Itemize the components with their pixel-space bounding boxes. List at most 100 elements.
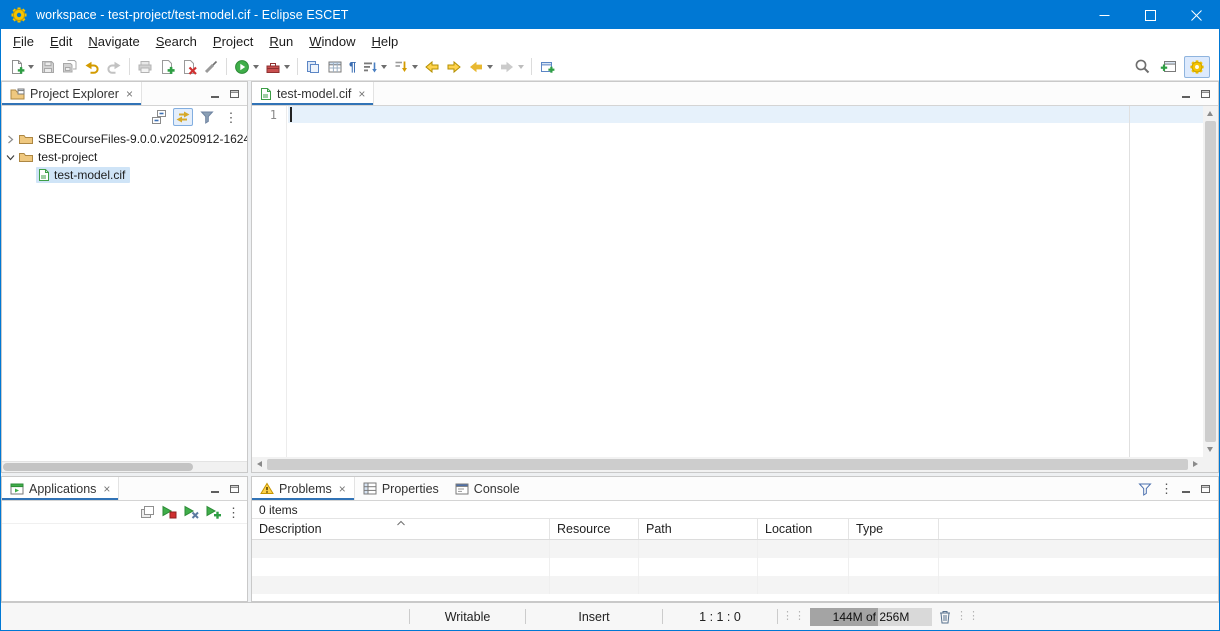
menu-window[interactable]: Window <box>301 31 363 52</box>
scrollbar-thumb[interactable] <box>1205 121 1216 442</box>
annotation-dropdown-icon[interactable] <box>412 65 418 69</box>
minimize-view-icon[interactable] <box>210 89 221 99</box>
column-header-path[interactable]: Path <box>639 519 758 539</box>
chevron-right-icon[interactable] <box>2 135 18 144</box>
scrollbar-thumb[interactable] <box>3 463 193 471</box>
next-annotation-button[interactable] <box>390 56 421 78</box>
group-applications-icon[interactable] <box>140 505 155 519</box>
back-history-button[interactable] <box>465 56 496 78</box>
close-window-button[interactable] <box>1173 1 1219 29</box>
new-wizard-button[interactable] <box>6 56 37 78</box>
tab-properties[interactable]: Properties <box>355 477 447 500</box>
scroll-left-arrow-icon[interactable] <box>257 461 262 467</box>
auto-remove-toggle-button[interactable] <box>205 505 221 519</box>
cif-file-icon <box>260 87 272 101</box>
previous-edit-button[interactable] <box>421 56 443 78</box>
undo-icon[interactable] <box>81 56 103 78</box>
external-tools-dropdown-icon[interactable] <box>284 65 290 69</box>
close-tab-icon[interactable]: × <box>358 88 365 100</box>
chevron-down-icon[interactable] <box>2 153 18 162</box>
sort-button[interactable] <box>359 56 390 78</box>
editor-vertical-scrollbar[interactable] <box>1203 106 1218 457</box>
run-button[interactable] <box>231 56 262 78</box>
forward-history-button[interactable] <box>496 56 527 78</box>
tree-item-sbecoursefiles[interactable]: SBECourseFiles-9.0.0.v20250912-16241 <box>2 130 247 148</box>
next-edit-button[interactable] <box>443 56 465 78</box>
new-wizard-dropdown-icon[interactable] <box>28 65 34 69</box>
open-perspective-button[interactable] <box>1157 56 1181 78</box>
menu-help[interactable]: Help <box>363 31 406 52</box>
save-button[interactable] <box>37 56 59 78</box>
column-label: Description <box>259 522 322 536</box>
minimize-window-button[interactable] <box>1081 1 1127 29</box>
column-header-resource[interactable]: Resource <box>550 519 639 539</box>
table-row <box>252 540 1218 558</box>
scroll-down-arrow-icon[interactable] <box>1207 447 1213 452</box>
menu-search[interactable]: Search <box>148 31 205 52</box>
column-header-description[interactable]: Description <box>252 519 550 539</box>
filter-icon[interactable] <box>197 108 217 126</box>
scrollbar-thumb[interactable] <box>267 459 1188 470</box>
external-tools-button[interactable] <box>262 56 293 78</box>
scroll-up-arrow-icon[interactable] <box>1207 111 1213 116</box>
minimize-view-icon[interactable] <box>1181 89 1192 99</box>
tab-applications[interactable]: Applications × <box>2 477 119 500</box>
minimize-view-icon[interactable] <box>210 484 221 494</box>
maximize-view-icon[interactable] <box>1200 484 1211 494</box>
applications-tab-actions <box>210 477 247 500</box>
tab-test-model-cif[interactable]: test-model.cif × <box>252 82 374 105</box>
menu-project[interactable]: Project <box>205 31 261 52</box>
column-header-location[interactable]: Location <box>758 519 849 539</box>
remove-terminated-button[interactable] <box>183 505 199 519</box>
minimize-view-icon[interactable] <box>1181 484 1192 494</box>
run-dropdown-icon[interactable] <box>253 65 259 69</box>
editor-text-area[interactable]: 1 <box>252 106 1218 472</box>
close-tab-icon[interactable]: × <box>126 88 133 100</box>
selected-tree-item[interactable]: test-model.cif <box>36 167 130 183</box>
maximize-view-icon[interactable] <box>229 89 240 99</box>
sort-dropdown-icon[interactable] <box>381 65 387 69</box>
maximize-window-button[interactable] <box>1127 1 1173 29</box>
project-explorer-horizontal-scrollbar[interactable] <box>2 461 247 472</box>
link-with-editor-toggle[interactable] <box>173 108 193 126</box>
tab-problems[interactable]: Problems × <box>252 477 355 500</box>
close-tab-icon[interactable]: × <box>103 483 110 495</box>
view-menu-icon[interactable]: ⋮ <box>221 108 241 126</box>
new-editor-button[interactable] <box>536 56 558 78</box>
editor-horizontal-scrollbar[interactable] <box>252 457 1203 472</box>
print-button[interactable] <box>134 56 156 78</box>
heap-status-text: 144M of 256M <box>810 608 932 626</box>
view-menu-icon[interactable]: ⋮ <box>1160 482 1173 495</box>
search-icon[interactable] <box>1131 56 1154 78</box>
open-declaration-button[interactable] <box>302 56 324 78</box>
applications-tab-label: Applications <box>29 482 96 496</box>
scroll-right-arrow-icon[interactable] <box>1193 461 1198 467</box>
show-table-button[interactable] <box>324 56 346 78</box>
screwdriver-icon[interactable] <box>200 56 222 78</box>
tab-project-explorer[interactable]: Project Explorer × <box>2 82 142 105</box>
collapse-all-button[interactable] <box>149 108 169 126</box>
terminate-all-button[interactable] <box>161 505 177 519</box>
tree-item-test-project[interactable]: test-project <box>2 148 247 166</box>
delete-element-button[interactable] <box>178 56 200 78</box>
tab-console[interactable]: Console <box>447 477 528 500</box>
close-tab-icon[interactable]: × <box>339 483 346 495</box>
menu-edit[interactable]: Edit <box>42 31 80 52</box>
maximize-view-icon[interactable] <box>229 484 240 494</box>
menu-navigate[interactable]: Navigate <box>80 31 147 52</box>
menu-file[interactable]: File <box>5 31 42 52</box>
add-element-button[interactable] <box>156 56 178 78</box>
column-header-type[interactable]: Type <box>849 519 939 539</box>
save-all-button[interactable] <box>59 56 81 78</box>
escet-perspective-button[interactable] <box>1184 56 1210 78</box>
menu-run[interactable]: Run <box>261 31 301 52</box>
maximize-view-icon[interactable] <box>1200 89 1211 99</box>
show-whitespace-button[interactable]: ¶ <box>346 56 359 78</box>
back-history-dropdown-icon[interactable] <box>487 65 493 69</box>
filter-icon[interactable] <box>1138 482 1152 496</box>
run-garbage-collector-button[interactable] <box>938 609 952 624</box>
tree-item-test-model[interactable]: test-model.cif <box>2 166 247 184</box>
forward-history-dropdown-icon[interactable] <box>518 65 524 69</box>
redo-icon[interactable] <box>103 56 125 78</box>
view-menu-icon[interactable]: ⋮ <box>227 506 240 519</box>
